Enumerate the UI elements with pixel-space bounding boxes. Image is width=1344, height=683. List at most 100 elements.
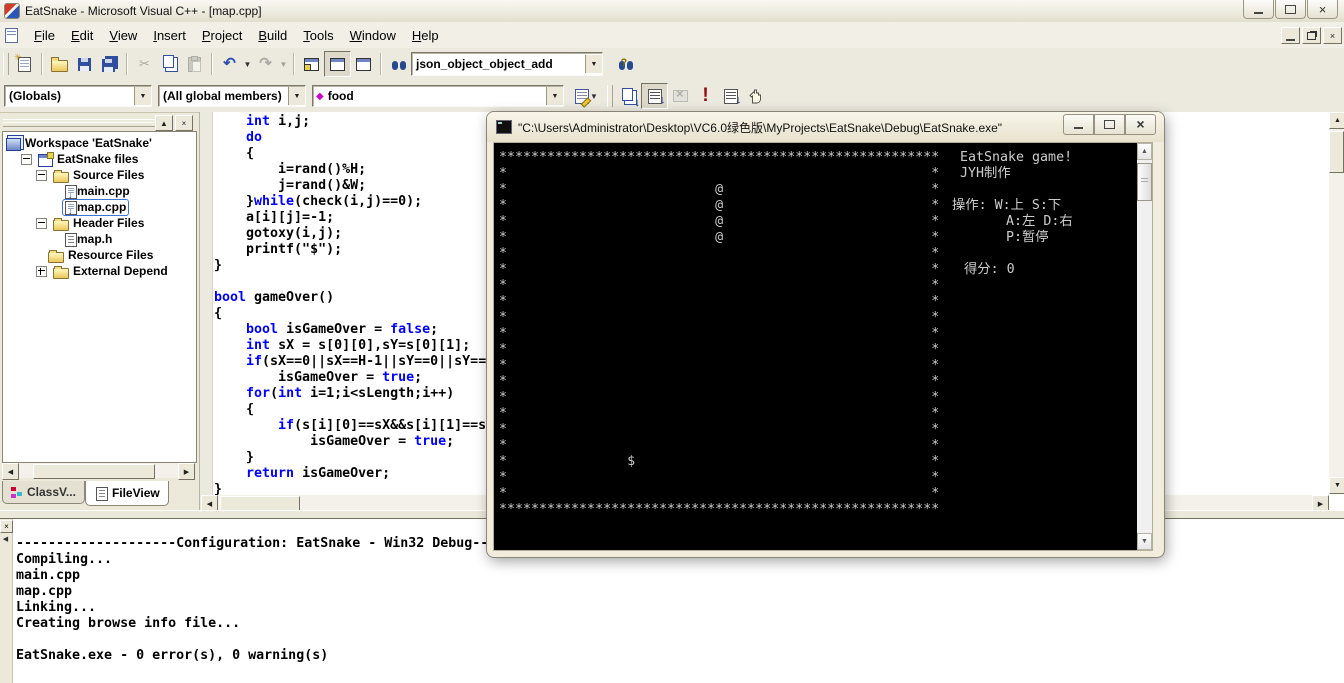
globals-value[interactable]: (Globals) bbox=[5, 89, 134, 103]
toolbar-gripper[interactable] bbox=[3, 53, 9, 75]
members-dropdown[interactable]: ▼ bbox=[288, 87, 305, 105]
scroll-down-arrow[interactable]: ▼ bbox=[1137, 533, 1152, 550]
console-window[interactable]: "C:\Users\Administrator\Desktop\VC6.0绿色版… bbox=[487, 112, 1164, 557]
restore-button[interactable] bbox=[1275, 0, 1306, 19]
find-combobox-dropdown[interactable]: ▼ bbox=[585, 55, 602, 73]
tree-item[interactable]: map.cpp bbox=[3, 198, 196, 216]
go-button[interactable] bbox=[718, 84, 743, 108]
console-screen[interactable]: ****************************************… bbox=[494, 143, 1137, 550]
menu-window[interactable]: Window bbox=[342, 24, 404, 47]
console-titlebar[interactable]: "C:\Users\Administrator\Desktop\VC6.0绿色版… bbox=[487, 112, 1164, 142]
tree-item[interactable]: Resource Files bbox=[3, 247, 196, 263]
console-close-button[interactable]: × bbox=[1125, 113, 1156, 135]
code-line: int i,j; bbox=[246, 114, 311, 129]
close-button[interactable]: × bbox=[1307, 0, 1338, 19]
workspace-toggle-button[interactable] bbox=[299, 52, 324, 76]
menu-edit[interactable]: Edit bbox=[63, 24, 101, 47]
workspace-close-button[interactable]: × bbox=[175, 115, 193, 131]
menu-view[interactable]: View bbox=[101, 24, 145, 47]
scrollbar-thumb[interactable] bbox=[220, 496, 300, 511]
find-in-files-button[interactable] bbox=[386, 52, 411, 76]
code-line: } bbox=[214, 258, 223, 273]
members-combobox[interactable]: (All global members) ▼ bbox=[158, 85, 306, 107]
cut-button[interactable]: ✂ bbox=[132, 52, 157, 76]
tab-classv[interactable]: ClassV... bbox=[2, 481, 85, 504]
scroll-up-arrow[interactable]: ▲ bbox=[1329, 112, 1344, 129]
find-combobox-value[interactable]: json_object_object_add bbox=[412, 57, 585, 71]
tree-expander[interactable] bbox=[36, 217, 47, 229]
undo-button[interactable]: ↶ bbox=[217, 52, 242, 76]
function-dropdown[interactable]: ▼ bbox=[546, 87, 563, 105]
redo-button[interactable]: ↷ bbox=[253, 52, 278, 76]
save-all-button[interactable] bbox=[97, 52, 122, 76]
tree-expander[interactable] bbox=[21, 153, 32, 165]
console-maximize-button[interactable] bbox=[1094, 113, 1125, 135]
compile-icon: ↓ bbox=[621, 88, 640, 109]
toggle-breakpoint-button[interactable] bbox=[743, 84, 768, 108]
document-system-icon[interactable] bbox=[5, 27, 18, 43]
output-toggle-button[interactable] bbox=[324, 51, 351, 77]
function-value[interactable]: food bbox=[324, 89, 546, 103]
scrollbar-thumb[interactable] bbox=[1137, 163, 1152, 201]
editor-vscrollbar[interactable]: ▲ ▼ bbox=[1329, 112, 1344, 494]
console-minimize-button[interactable] bbox=[1063, 113, 1094, 135]
code-text[interactable]: int i,j; do { i=rand()%H; j=rand()&W; }w… bbox=[214, 114, 486, 498]
copy-button[interactable] bbox=[157, 52, 182, 76]
titlebar[interactable]: EatSnake - Microsoft Visual C++ - [map.c… bbox=[0, 0, 1344, 23]
tree-item[interactable]: External Depend bbox=[3, 263, 196, 279]
stop-build-button[interactable] bbox=[668, 84, 693, 108]
menu-insert[interactable]: Insert bbox=[145, 24, 194, 47]
compile-button[interactable]: ↓ bbox=[616, 84, 641, 109]
execute-program-button[interactable]: ! bbox=[693, 84, 718, 108]
save-button[interactable] bbox=[72, 52, 97, 76]
search-button[interactable]: ? bbox=[613, 52, 638, 76]
open-file-button[interactable] bbox=[47, 52, 72, 76]
workspace-pin-button[interactable]: ▲ bbox=[155, 115, 173, 131]
tree-item[interactable]: EatSnake files bbox=[3, 151, 196, 167]
tree-item[interactable]: Header Files bbox=[3, 215, 196, 231]
scrollbar-thumb[interactable] bbox=[1329, 131, 1344, 173]
menu-tools[interactable]: Tools bbox=[295, 24, 341, 47]
build-button[interactable] bbox=[641, 83, 668, 109]
paste-button[interactable] bbox=[182, 52, 207, 76]
undo-dropdown[interactable]: ▼ bbox=[242, 60, 253, 69]
mdi-restore-button[interactable] bbox=[1302, 27, 1321, 44]
members-value[interactable]: (All global members) bbox=[159, 89, 288, 103]
scroll-right-arrow[interactable]: ▶ bbox=[178, 463, 195, 480]
menu-project[interactable]: Project bbox=[194, 24, 250, 47]
workspace-hscrollbar[interactable]: ◀ ▶ bbox=[2, 463, 195, 480]
tree-item[interactable]: main.cpp bbox=[3, 183, 196, 200]
minimize-button[interactable] bbox=[1243, 0, 1274, 19]
tree-item[interactable]: map.h bbox=[3, 231, 196, 247]
output-scroll-left-arrow[interactable]: ◀ bbox=[0, 533, 11, 544]
scroll-down-arrow[interactable]: ▼ bbox=[1329, 477, 1344, 494]
tab-fileview[interactable]: FileView bbox=[84, 481, 169, 506]
globals-dropdown[interactable]: ▼ bbox=[134, 87, 151, 105]
scrollbar-thumb[interactable] bbox=[33, 464, 155, 479]
new-file-button[interactable] bbox=[12, 52, 37, 76]
scroll-left-arrow[interactable]: ◀ bbox=[2, 463, 19, 480]
toolbar-gripper[interactable] bbox=[607, 85, 613, 107]
menu-build[interactable]: Build bbox=[250, 24, 295, 47]
tree-item[interactable]: Source Files bbox=[3, 167, 196, 183]
globals-combobox[interactable]: (Globals) ▼ bbox=[4, 85, 152, 107]
tree-item-label: Source Files bbox=[73, 168, 145, 182]
console-scrollbar[interactable]: ▲ ▼ bbox=[1137, 143, 1152, 550]
workspace-panel-gripper[interactable]: ▲ × bbox=[0, 113, 197, 131]
window-list-button[interactable] bbox=[351, 52, 376, 76]
mdi-close-button[interactable]: × bbox=[1323, 27, 1342, 44]
tree-expander[interactable] bbox=[36, 169, 47, 181]
scroll-up-arrow[interactable]: ▲ bbox=[1137, 143, 1152, 160]
tree-expander[interactable] bbox=[36, 265, 47, 277]
redo-dropdown[interactable]: ▼ bbox=[278, 60, 289, 69]
menu-file[interactable]: File bbox=[26, 24, 63, 47]
output-gripper[interactable]: × ◀ bbox=[0, 519, 13, 683]
menu-help[interactable]: Help bbox=[404, 24, 447, 47]
find-combobox[interactable]: json_object_object_add ▼ bbox=[411, 52, 603, 76]
output-close-button[interactable]: × bbox=[0, 520, 13, 533]
tree-item[interactable]: Workspace 'EatSnake' bbox=[3, 135, 196, 151]
function-combobox[interactable]: ◆ food ▼ bbox=[312, 85, 564, 107]
folder-icon bbox=[48, 249, 64, 263]
wizard-actions-button[interactable]: ▼ bbox=[570, 84, 604, 108]
mdi-minimize-button[interactable] bbox=[1281, 27, 1300, 44]
